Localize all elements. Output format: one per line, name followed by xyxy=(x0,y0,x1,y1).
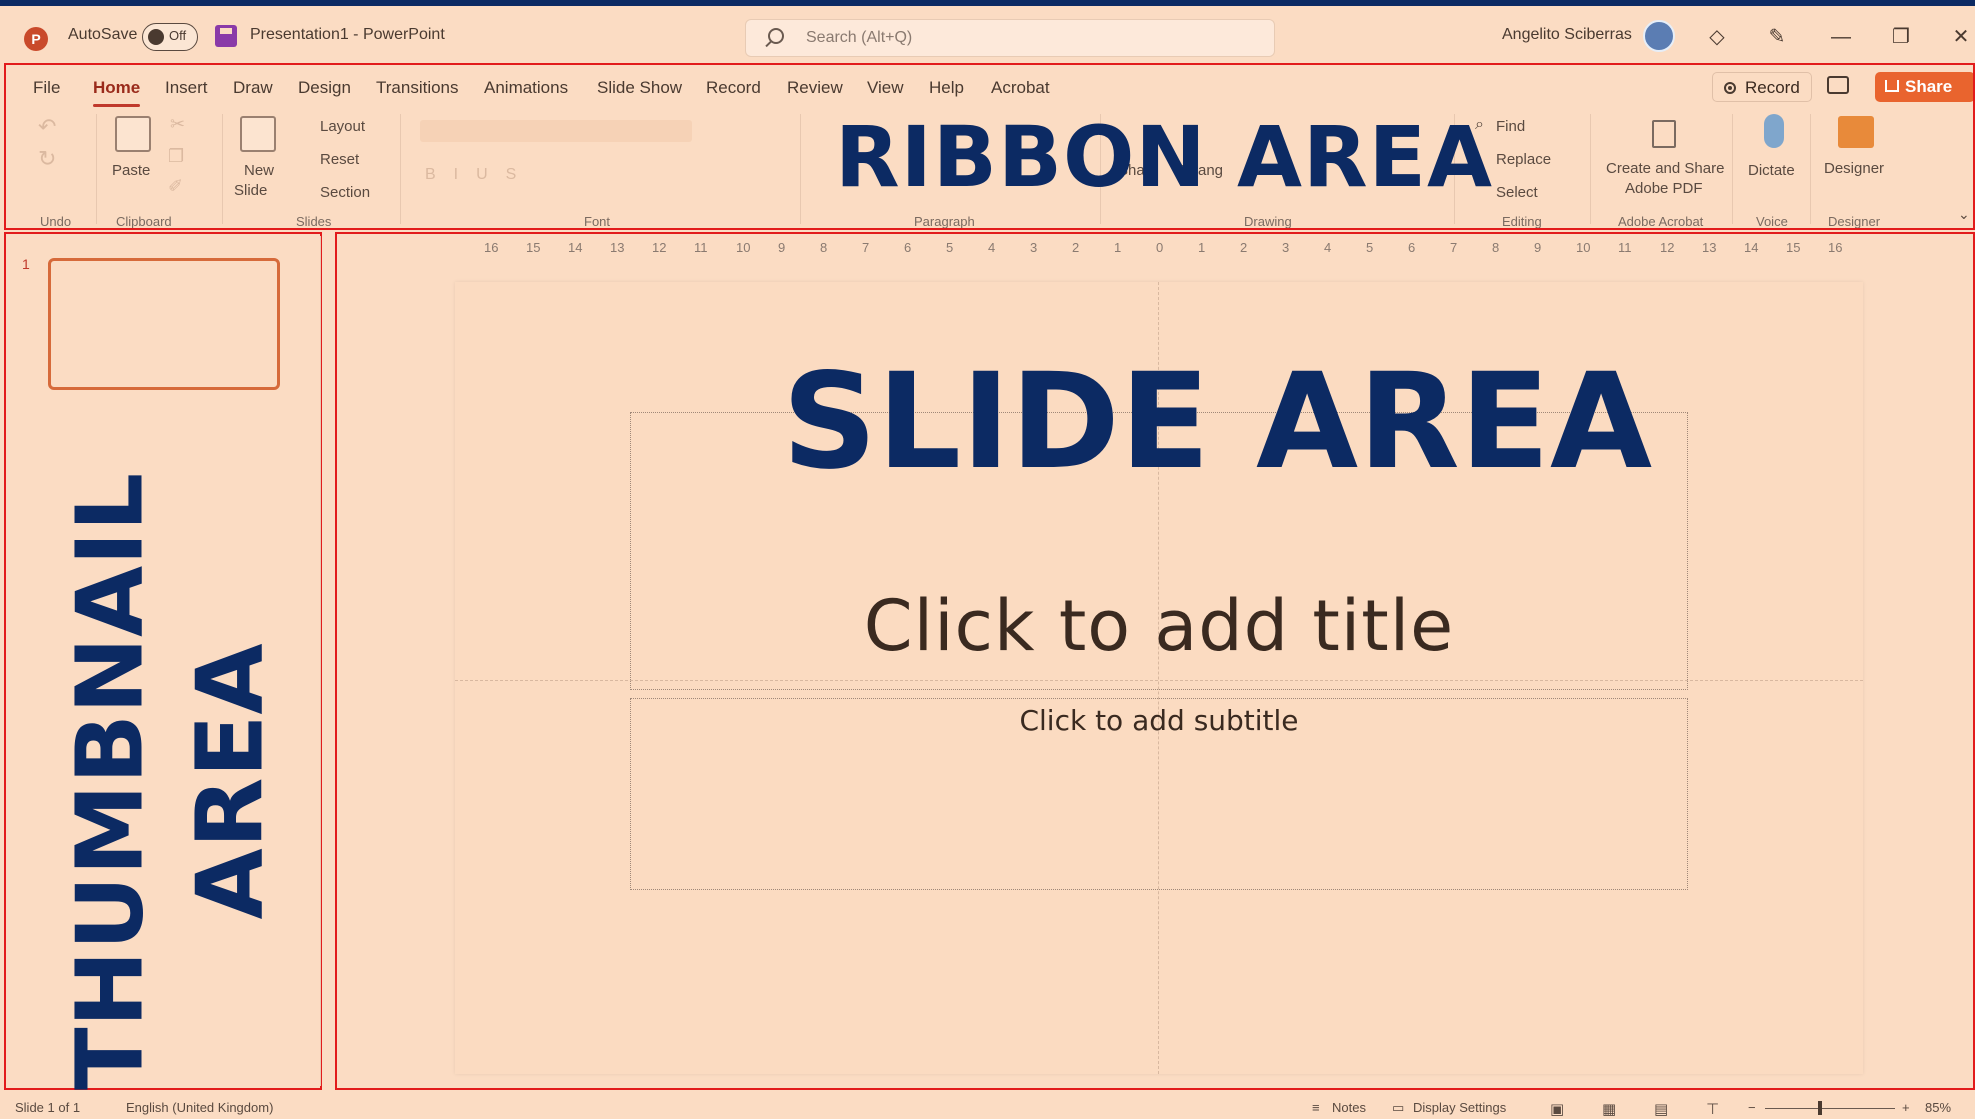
autosave-state: Off xyxy=(169,28,187,43)
ruler-tick: 16 xyxy=(484,240,499,255)
zoom-slider-handle[interactable] xyxy=(1818,1101,1822,1115)
close-icon[interactable]: ✕ xyxy=(1950,26,1972,48)
zoom-slider[interactable] xyxy=(1765,1108,1895,1109)
avatar[interactable] xyxy=(1643,20,1675,52)
ruler-tick: 8 xyxy=(820,240,828,255)
ruler-tick: 9 xyxy=(1534,240,1542,255)
pen-icon[interactable]: ✎ xyxy=(1766,26,1788,48)
slideshow-icon[interactable]: ⊤ xyxy=(1706,1100,1719,1118)
ruler-tick: 14 xyxy=(1744,240,1759,255)
ruler-tick: 7 xyxy=(1450,240,1458,255)
ruler-tick: 10 xyxy=(1576,240,1591,255)
slide-area-label: SLIDE AREA xyxy=(782,345,1653,499)
ruler-tick: 6 xyxy=(1408,240,1416,255)
autosave-label: AutoSave xyxy=(68,26,138,43)
title-placeholder-text[interactable]: Click to add title xyxy=(630,585,1688,667)
document-title: Presentation1 - PowerPoint xyxy=(250,26,445,43)
reading-view-icon[interactable]: ▤ xyxy=(1654,1100,1668,1118)
ruler-tick: 6 xyxy=(904,240,912,255)
ruler-tick: 14 xyxy=(568,240,583,255)
subtitle-placeholder-text[interactable]: Click to add subtitle xyxy=(630,704,1688,737)
slide-thumbnail[interactable] xyxy=(48,258,280,390)
ruler-tick: 4 xyxy=(988,240,996,255)
search-icon xyxy=(768,28,784,44)
display-settings-icon[interactable]: ▭ xyxy=(1392,1100,1404,1116)
notes-button[interactable]: Notes xyxy=(1332,1100,1366,1115)
ruler-tick: 1 xyxy=(1114,240,1122,255)
slide-count: Slide 1 of 1 xyxy=(15,1100,81,1115)
ruler-tick: 16 xyxy=(1828,240,1843,255)
thumbnail-number: 1 xyxy=(22,256,30,272)
search-placeholder: Search (Alt+Q) xyxy=(806,29,913,46)
zoom-level[interactable]: 85% xyxy=(1925,1100,1951,1115)
display-settings-button[interactable]: Display Settings xyxy=(1413,1100,1506,1115)
ruler-tick: 3 xyxy=(1282,240,1290,255)
ruler-tick: 1 xyxy=(1198,240,1206,255)
toggle-knob xyxy=(148,29,164,45)
save-icon[interactable] xyxy=(215,25,237,47)
ruler-tick: 2 xyxy=(1240,240,1248,255)
ruler-tick: 11 xyxy=(694,240,708,255)
search-input[interactable]: Search (Alt+Q) xyxy=(745,19,1275,57)
ruler-tick: 5 xyxy=(946,240,954,255)
ruler-tick: 3 xyxy=(1030,240,1038,255)
ruler-tick: 11 xyxy=(1618,240,1632,255)
title-bar: P AutoSave Off Presentation1 - PowerPoin… xyxy=(0,6,1975,68)
ruler-tick: 7 xyxy=(862,240,870,255)
zoom-in-icon[interactable]: + xyxy=(1902,1100,1910,1115)
ruler-tick: 5 xyxy=(1366,240,1374,255)
ruler-tick: 12 xyxy=(652,240,667,255)
ruler-tick: 15 xyxy=(1786,240,1801,255)
horizontal-ruler: 16 15 14 13 12 11 10 9 8 7 6 5 4 3 2 1 0… xyxy=(336,240,1971,260)
ruler-tick: 10 xyxy=(736,240,751,255)
normal-view-icon[interactable]: ▣ xyxy=(1550,1100,1564,1118)
minimize-icon[interactable]: — xyxy=(1830,26,1852,48)
autosave-toggle[interactable]: Off xyxy=(142,23,198,51)
powerpoint-logo-icon: P xyxy=(24,27,48,51)
status-bar: Slide 1 of 1 English (United Kingdom) ≡ … xyxy=(0,1096,1975,1119)
thumbnail-area-label-line1: THUMBNAIL xyxy=(56,472,164,1091)
language-indicator[interactable]: English (United Kingdom) xyxy=(126,1100,273,1115)
ruler-tick: 0 xyxy=(1156,240,1164,255)
ruler-tick: 2 xyxy=(1072,240,1080,255)
ruler-tick: 4 xyxy=(1324,240,1332,255)
ruler-tick: 13 xyxy=(610,240,625,255)
ribbon-area-label: RIBBON AREA xyxy=(835,108,1494,206)
ruler-tick: 12 xyxy=(1660,240,1675,255)
ruler-tick: 15 xyxy=(526,240,541,255)
ruler-tick: 9 xyxy=(778,240,786,255)
ruler-tick: 8 xyxy=(1492,240,1500,255)
diamond-icon[interactable]: ◇ xyxy=(1706,26,1728,48)
thumbnail-area-label-line2: AREA xyxy=(176,643,284,920)
notes-icon[interactable]: ≡ xyxy=(1312,1100,1320,1115)
vertical-ruler xyxy=(320,236,332,1086)
ruler-tick: 13 xyxy=(1702,240,1717,255)
restore-icon[interactable]: ❐ xyxy=(1890,26,1912,48)
user-name[interactable]: Angelito Sciberras xyxy=(1502,26,1632,44)
zoom-out-icon[interactable]: − xyxy=(1748,1100,1756,1115)
slide-sorter-icon[interactable]: ▦ xyxy=(1602,1100,1616,1118)
